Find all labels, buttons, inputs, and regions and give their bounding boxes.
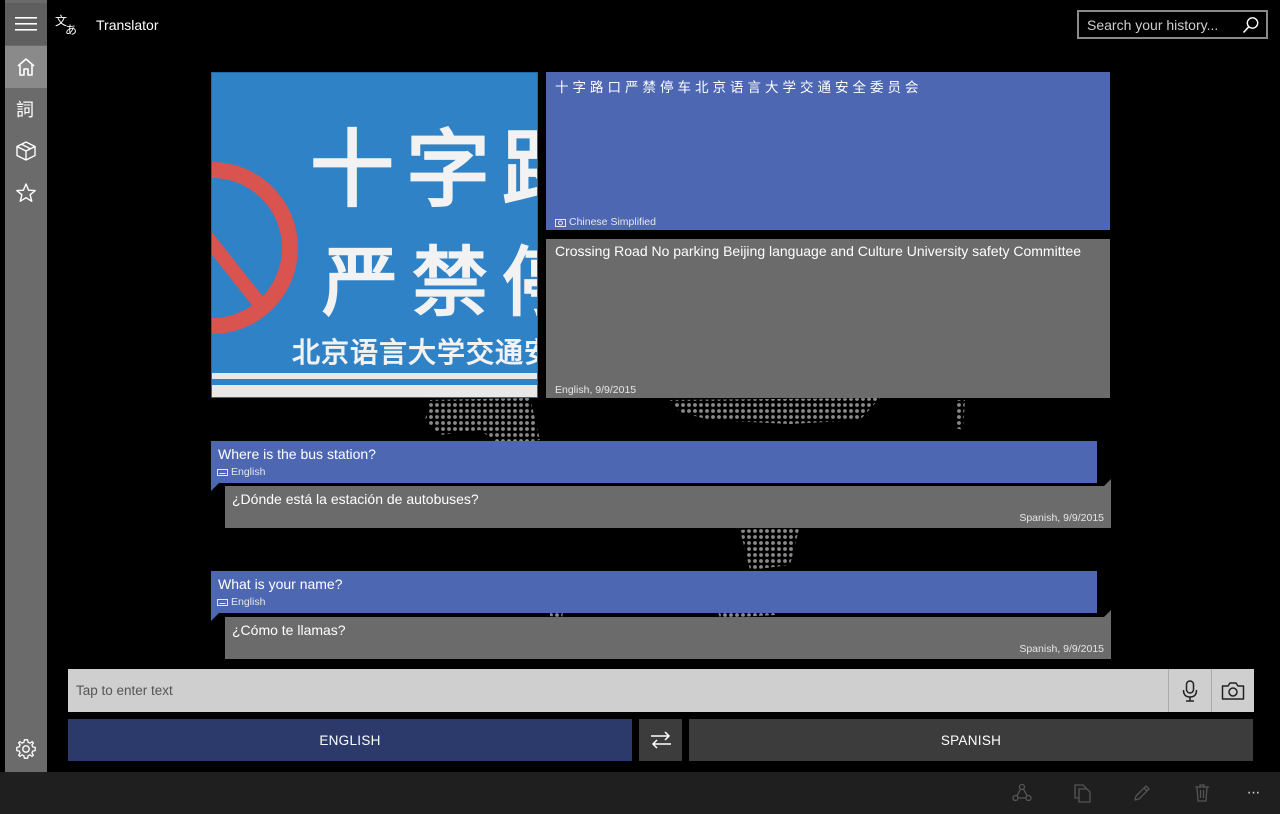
conversation-1-question: Where is the bus station? [218,446,376,462]
text-entry-box[interactable] [68,669,1168,712]
nav-language-packs-button[interactable] [5,130,47,172]
conversation-1-answer: ¿Dónde está la estación de autobuses? [232,491,479,507]
conversation-1-answer-bubble[interactable]: ¿Dónde está la estación de autobuses? Sp… [225,479,1111,528]
translated-language-meta: English, 9/9/2015 [555,384,637,396]
settings-gear-icon [16,739,36,759]
swap-arrows-icon [650,731,671,749]
source-text-card[interactable]: 十字路口严禁停车北京语言大学交通安全委员会 Chinese Simplified [546,72,1110,230]
edit-pencil-icon [1134,785,1150,801]
share-icon [1012,783,1032,802]
nav-home-button[interactable] [5,46,47,88]
camera-button[interactable] [1211,669,1254,712]
conversation-2-question: What is your name? [218,576,343,592]
camera-small-icon [555,218,566,227]
sign-text-line-3: 北京语言大学交通安 [292,336,538,369]
bottom-app-bar: ··· [0,772,1280,814]
from-language-button[interactable]: ENGLISH [68,719,632,761]
source-language-label: Chinese Simplified [569,216,656,228]
conversation-2-question-meta: English [217,596,265,608]
conversation-2-answer-meta: Spanish, 9/9/2015 [1019,643,1104,655]
captured-sign-photo[interactable]: 十字路 严禁停 北京语言大学交通安 [211,72,538,398]
conversation-2-answer-bubble[interactable]: ¿Cómo te llamas? Spanish, 9/9/2015 [225,610,1111,659]
microphone-button[interactable] [1168,669,1211,712]
history-search-input[interactable] [1087,16,1237,34]
source-text: 十字路口严禁停车北京语言大学交通安全委员会 [555,80,923,95]
delete-button[interactable] [1191,782,1213,804]
microphone-icon [1182,679,1198,702]
hamburger-menu-button[interactable] [5,3,47,45]
translated-text: Crossing Road No parking Beijing languag… [555,243,1082,259]
edit-button[interactable] [1131,782,1153,804]
copy-icon [1074,784,1091,803]
conversation-2-question-bubble[interactable]: What is your name? English [211,571,1097,621]
translated-text-card[interactable]: Crossing Road No parking Beijing languag… [546,239,1110,398]
conversation-2-question-language: English [231,596,266,608]
search-icon[interactable] [1242,16,1260,34]
conversation-1-question-language: English [231,466,266,478]
camera-icon [1221,681,1245,700]
share-button[interactable] [1011,782,1033,804]
language-packs-icon [16,141,36,161]
home-icon [17,58,35,76]
history-search-box[interactable] [1077,10,1268,39]
delete-trash-icon [1195,784,1209,802]
conversation-2-answer: ¿Cómo te llamas? [232,622,346,638]
nav-phrasebook-button[interactable]: 詞 [5,88,47,130]
more-ellipsis-icon[interactable]: ··· [1242,782,1264,804]
hamburger-menu-icon [15,17,37,31]
phrasebook-icon: 詞 [16,100,34,120]
nav-settings-button[interactable] [5,728,47,770]
sign-text-line-1: 十字路 [310,121,537,219]
text-entry-input[interactable] [68,669,1168,712]
favorites-star-icon [16,183,36,202]
sign-text-line-2: 严禁停 [322,238,537,327]
nav-favorites-button[interactable] [5,172,47,214]
conversation-1-question-bubble[interactable]: Where is the bus station? English [211,441,1097,491]
translator-logo-icon: 文 あ [55,13,77,36]
keyboard-small-icon [217,598,228,606]
keyboard-small-icon [217,468,228,476]
copy-button[interactable] [1071,782,1093,804]
app-title: Translator [96,17,159,33]
svg-text:あ: あ [65,23,77,36]
swap-languages-button[interactable] [639,719,682,761]
to-language-button[interactable]: SPANISH [689,719,1253,761]
source-language-meta: Chinese Simplified [555,216,656,228]
conversation-1-question-meta: English [217,466,265,478]
conversation-1-answer-meta: Spanish, 9/9/2015 [1019,512,1104,524]
svg-text:詞: 詞 [16,100,34,120]
